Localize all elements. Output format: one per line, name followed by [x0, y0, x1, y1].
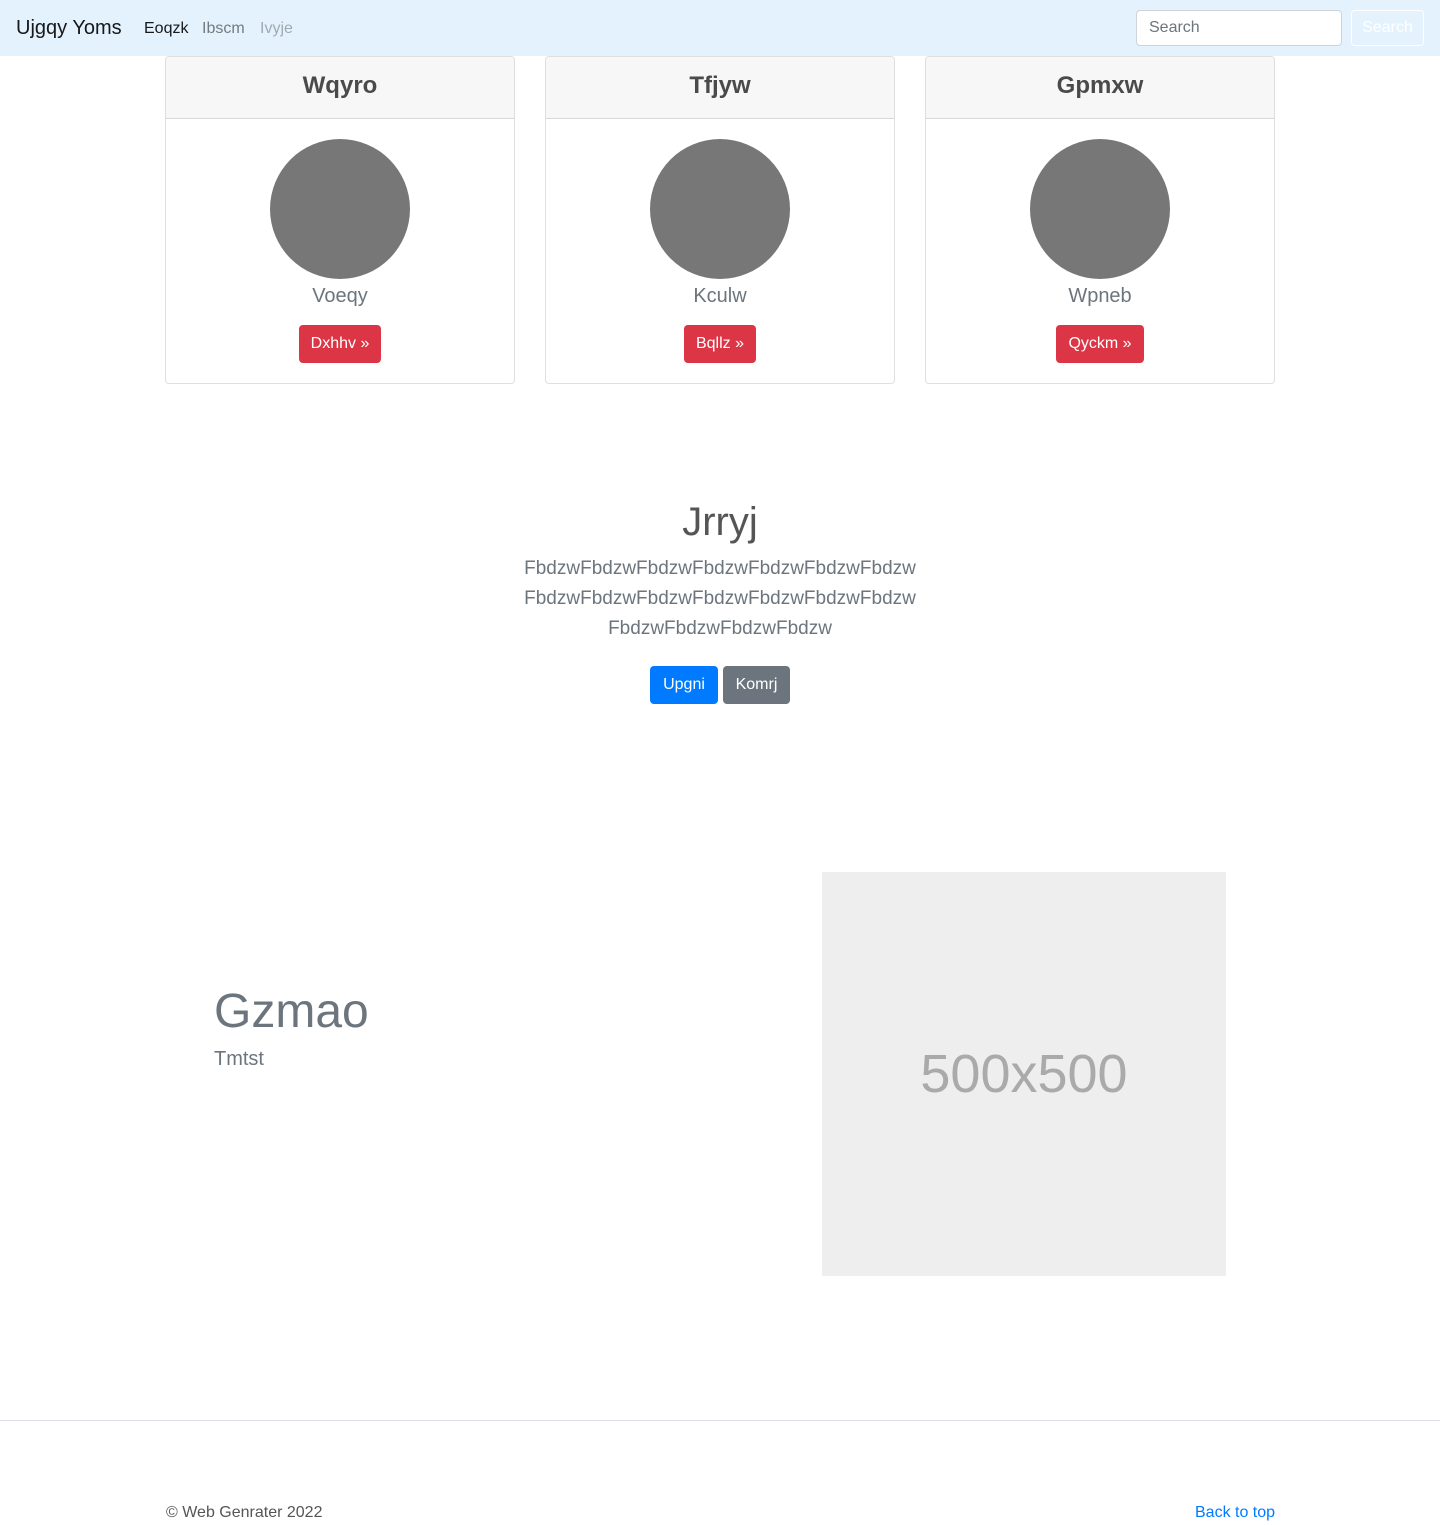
- search-input[interactable]: [1136, 10, 1342, 46]
- card-action-button[interactable]: Bqllz »: [684, 325, 756, 363]
- profile-card: Gpmxw Wpneb Qyckm »: [925, 56, 1275, 384]
- card-title: Wqyro: [302, 72, 378, 99]
- avatar: [270, 139, 410, 279]
- hero-text: FbdzwFbdzwFbdzwFbdzwFbdzwFbdzwFbdzwFbdzw…: [524, 558, 916, 639]
- navbar: Ujgqy Yoms Eoqzk Ibscm Ivyje Search: [0, 0, 1440, 56]
- card-text: Kculw: [693, 285, 747, 307]
- footer-copyright: © Web Genrater 2022: [166, 1504, 323, 1521]
- nav-link-ibscm[interactable]: Ibscm: [202, 18, 245, 40]
- card-action-button[interactable]: Qyckm »: [1056, 325, 1144, 363]
- placeholder-image-label: 500x500: [920, 1044, 1128, 1104]
- profile-card: Wqyro Voeqy Dxhhv »: [165, 56, 515, 384]
- back-to-top-link[interactable]: Back to top: [1195, 1503, 1275, 1523]
- card-header: Tfjyw: [546, 57, 894, 119]
- placeholder-image: 500x500: [822, 872, 1226, 1276]
- profile-card: Tfjyw Kculw Bqllz »: [545, 56, 895, 384]
- search-button[interactable]: Search: [1351, 10, 1424, 46]
- card-title: Tfjyw: [689, 72, 751, 99]
- card-text: Wpneb: [1068, 285, 1132, 307]
- primary-button[interactable]: Upgni: [650, 666, 718, 704]
- card-header: Wqyro: [166, 57, 514, 119]
- card-action-button[interactable]: Dxhhv »: [299, 325, 381, 363]
- hero-title: Jrryj: [682, 500, 758, 544]
- avatar: [1030, 139, 1170, 279]
- avatar: [650, 139, 790, 279]
- feature-title: Gzmao: [214, 985, 369, 1038]
- footer-divider: [0, 1420, 1440, 1421]
- nav-link-eoqzk[interactable]: Eoqzk: [144, 18, 188, 40]
- navbar-brand[interactable]: Ujgqy Yoms: [16, 15, 122, 41]
- card-title: Gpmxw: [1056, 72, 1144, 99]
- card-header: Gpmxw: [926, 57, 1274, 119]
- secondary-button[interactable]: Komrj: [723, 666, 790, 704]
- feature-subtitle: Tmtst: [214, 1048, 264, 1070]
- card-text: Voeqy: [312, 285, 368, 307]
- nav-link-ivyje-disabled: Ivyje: [260, 20, 293, 37]
